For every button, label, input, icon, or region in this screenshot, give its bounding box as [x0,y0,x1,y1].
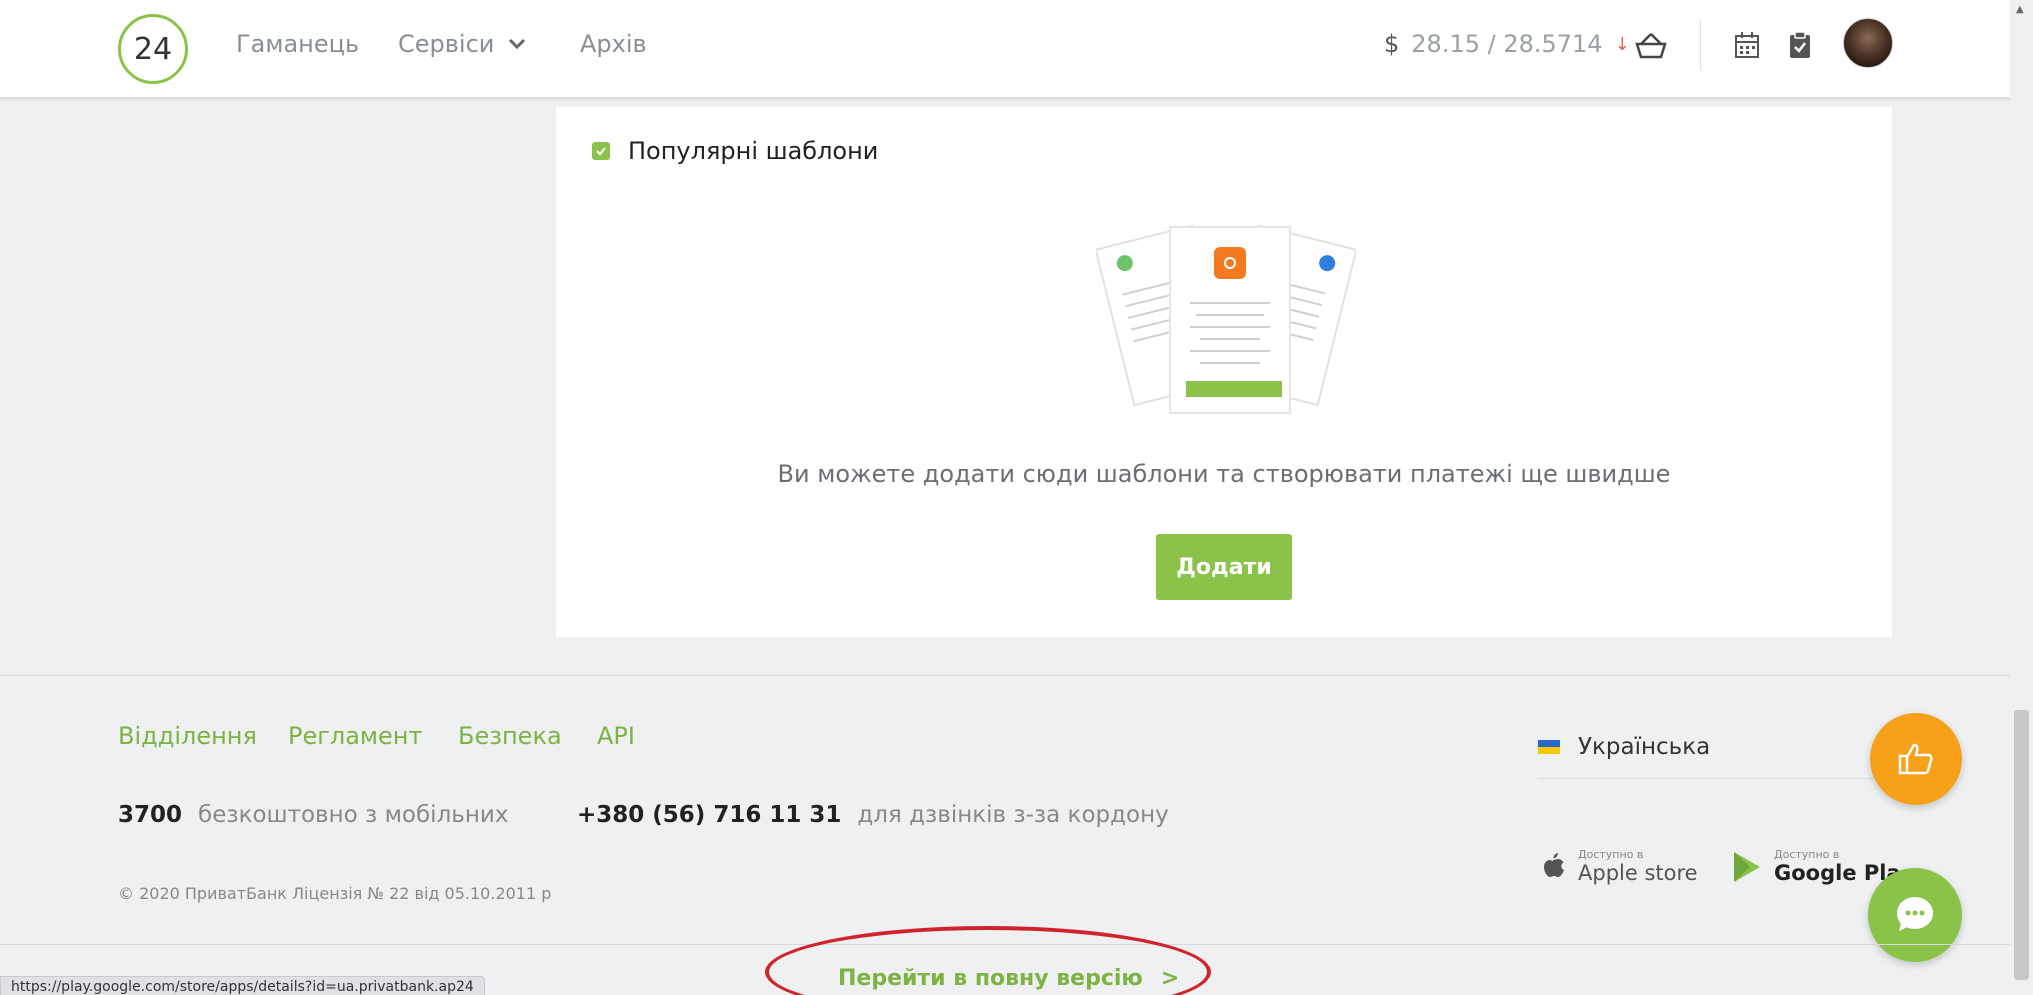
apple-store-badge[interactable]: Доступно в Apple store [1540,848,1698,885]
chevron-down-icon [509,38,526,50]
phone-short-number[interactable]: 3700 [118,802,182,828]
vertical-scrollbar[interactable]: ▲ [2010,0,2033,995]
status-url: https://play.google.com/store/apps/detai… [0,976,485,995]
phone-long-desc: для дзвінків з-за кордону [857,802,1169,828]
footer-link-security[interactable]: Безпека [458,722,562,750]
feedback-like-button[interactable] [1870,713,1962,805]
templates-title: Популярні шаблони [628,137,879,165]
templates-card: Популярні шаблони Ви можете додати сюди … [556,107,1892,637]
phone-short: 3700 безкоштовно з мобільних [118,802,508,828]
top-header: 24 Гаманець Сервіси Архів $ 28.15 / 28.5… [0,0,2010,98]
google-play-icon [1734,851,1760,882]
rate-value: 28.15 / 28.5714 [1411,30,1603,58]
templates-header: Популярні шаблони [592,137,878,165]
apple-store-small: Доступно в [1578,848,1644,861]
currency-symbol: $ [1384,30,1400,58]
apple-store-name: Apple store [1578,861,1698,885]
add-template-button[interactable]: Додати [1156,534,1292,600]
nav-wallet[interactable]: Гаманець [236,30,359,58]
phone-long-number[interactable]: +380 (56) 716 11 31 [577,802,841,828]
phone-long: +380 (56) 716 11 31 для дзвінків з-за ко… [577,802,1169,828]
basket-icon[interactable] [1634,28,1668,62]
checkbox-icon [592,142,610,160]
language-selector[interactable]: Українська [1538,734,1878,779]
google-play-small: Доступно в [1774,848,1840,861]
header-divider [1700,20,1701,70]
footer-link-api[interactable]: API [597,722,635,750]
ukraine-flag-icon [1538,740,1560,754]
scroll-up-icon[interactable]: ▲ [2016,4,2024,15]
language-label: Українська [1578,734,1711,760]
chat-icon [1897,897,1933,931]
footer-link-branches[interactable]: Відділення [118,722,257,750]
logo-24[interactable]: 24 [118,14,188,84]
copyright: © 2020 ПриватБанк Ліцензія № 22 від 05.1… [118,884,552,903]
nav-services[interactable]: Сервіси [398,30,526,58]
footer-divider [0,675,2010,676]
arrow-down-icon: ↓ [1614,33,1630,55]
phone-short-desc: безкоштовно з мобільних [198,802,509,828]
thumbs-up-icon [1898,743,1933,775]
footer-link-regulations[interactable]: Регламент [288,722,422,750]
apple-icon [1544,852,1564,877]
scrollbar-thumb[interactable] [2014,710,2029,980]
chat-button[interactable] [1868,868,1962,962]
nav-archive[interactable]: Архів [580,30,647,58]
exchange-rate[interactable]: $ 28.15 / 28.5714 ↓ [1384,30,1630,58]
clipboard-icon[interactable] [1783,28,1817,62]
annotation-oval [765,926,1211,995]
templates-illustration-icon [1096,224,1356,414]
calendar-icon[interactable] [1730,28,1764,62]
logo-text: 24 [133,31,173,67]
avatar[interactable] [1843,18,1893,68]
google-play-badge[interactable]: Доступно в Google Pla [1732,848,1901,885]
nav-services-label: Сервіси [398,30,495,58]
empty-message: Ви можете додати сюди шаблони та створюв… [777,460,1671,488]
